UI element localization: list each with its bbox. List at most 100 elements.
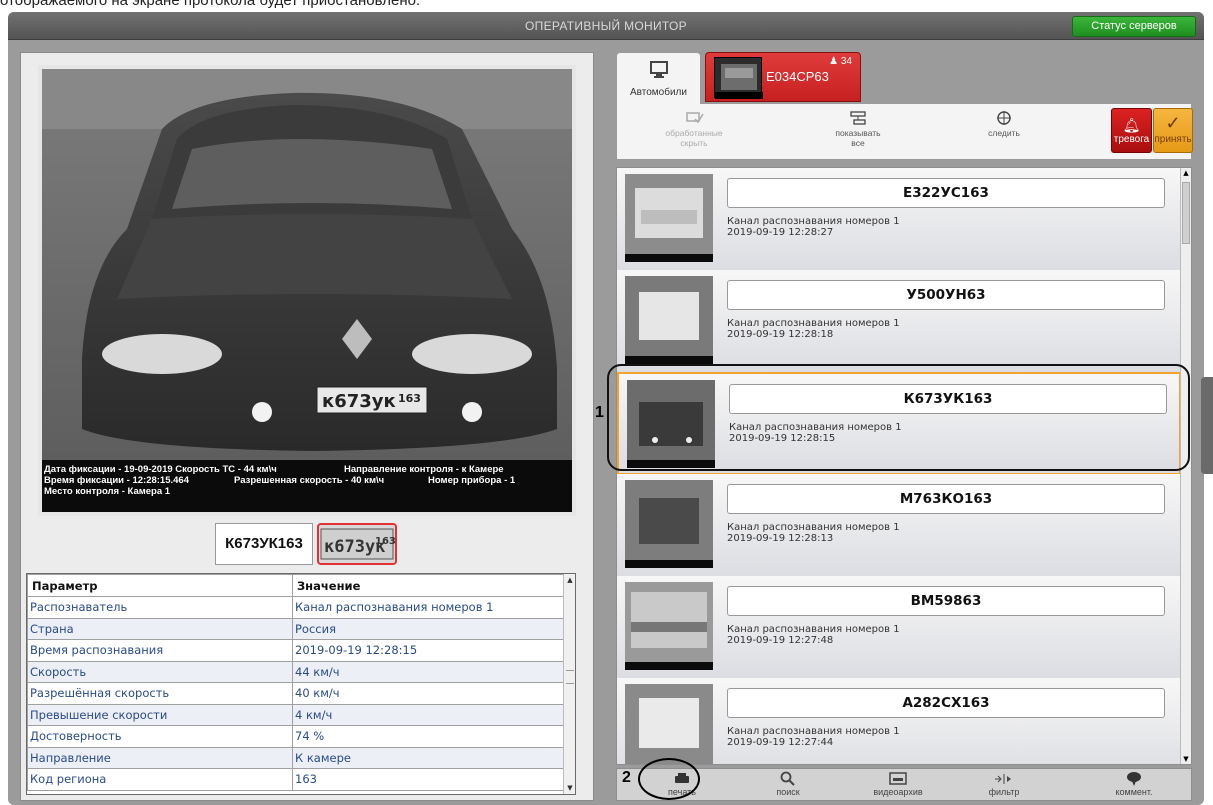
table-row[interactable]: Превышение скорости 4 км/ч <box>27 703 564 726</box>
param-value: Россия <box>292 617 564 640</box>
filter-button[interactable]: фильтр <box>959 771 1049 801</box>
list-item[interactable]: М763КО163 Канал распознавания номеров 12… <box>617 474 1181 577</box>
comment-label: коммент. <box>1115 787 1153 797</box>
list-item[interactable]: ВМ59863 Канал распознавания номеров 1 201… <box>617 576 1181 679</box>
alert-count-value: 34 <box>840 56 852 67</box>
video-archive-icon <box>853 771 943 787</box>
overlay-direction: Направление контроля - к Камере <box>344 464 504 475</box>
table-row[interactable]: Направление К камере <box>27 746 564 769</box>
param-name: Направление <box>27 746 293 769</box>
overlay-time: Время фиксации - 12:28:15.464 <box>44 475 189 486</box>
event-time: 2019-09-19 12:27:44 <box>727 737 834 748</box>
param-value: Канал распознавания номеров 1 <box>292 596 564 619</box>
param-name: Время распознавания <box>27 639 293 662</box>
car-plate-region: 163 <box>398 392 421 405</box>
vehicle-photo: к673ук 163 Дата фиксации - 19-09-2019 Ск… <box>42 69 572 512</box>
annotation-label-2: 2 <box>622 769 631 786</box>
list-item[interactable]: У500УН63 Канал распознавания номеров 1 20… <box>617 270 1181 373</box>
comment-icon <box>1089 771 1179 787</box>
event-channel: Канал распознавания номеров 1 <box>727 726 900 737</box>
column-header-parameter[interactable]: Параметр <box>27 574 293 597</box>
alert-count: ♟ 34 <box>829 56 852 67</box>
scroll-down-icon[interactable]: ▼ <box>1181 754 1191 764</box>
parameters-table: Параметр Значение Распознаватель Канал ра… <box>26 573 576 795</box>
event-thumbnail <box>625 480 713 568</box>
hide-processed-button[interactable]: обработанные скрыть <box>639 108 749 154</box>
filter-label: фильтр <box>988 787 1020 797</box>
search-button[interactable]: поиск <box>743 771 833 801</box>
table-row[interactable]: Скорость 44 км/ч <box>27 660 564 683</box>
show-all-label: показывать <box>835 128 881 138</box>
bell-icon: ♟ <box>829 56 839 67</box>
param-value: 40 км/ч <box>292 682 564 705</box>
follow-button[interactable]: следить <box>949 108 1059 154</box>
event-time: 2019-09-19 12:28:18 <box>727 329 834 340</box>
comment-button[interactable]: коммент. <box>1089 771 1179 801</box>
event-time: 2019-09-19 12:28:27 <box>727 227 834 238</box>
table-row[interactable]: Страна Россия <box>27 617 564 640</box>
accept-button[interactable]: ✓ принять <box>1153 108 1193 153</box>
filter-icon <box>959 771 1049 787</box>
param-value: К камере <box>292 746 564 769</box>
plate-image-region: 163 <box>375 536 395 547</box>
alert-vehicle-thumbnail <box>714 57 763 99</box>
table-row[interactable]: Достоверность 74 % <box>27 725 564 748</box>
scroll-grip[interactable] <box>566 670 574 684</box>
events-toolbar: обработанные скрыть показывать все следи… <box>616 104 1193 160</box>
tab-cars[interactable]: Автомобили <box>616 52 701 104</box>
monitor-icon <box>617 53 700 83</box>
video-archive-button[interactable]: видеоархив <box>853 771 943 801</box>
table-row[interactable]: Время распознавания 2019-09-19 12:28:15 <box>27 639 564 662</box>
overlay-allowed-speed: Разрешенная скорость - 40 км\ч <box>234 475 385 486</box>
window-title: ОПЕРАТИВНЫЙ МОНИТОР <box>525 19 687 33</box>
capture-info-overlay: Дата фиксации - 19-09-2019 Скорость ТС -… <box>42 460 572 512</box>
event-time: 2019-09-19 12:28:13 <box>727 533 834 544</box>
event-plate: У500УН63 <box>727 280 1165 310</box>
alarm-button[interactable]: 🔔︎ тревога <box>1111 108 1152 153</box>
target-icon <box>949 108 1059 128</box>
param-name: Скорость <box>27 660 293 683</box>
overlay-location: Место контроля - Камера 1 <box>44 486 171 497</box>
event-detail-panel: к673ук 163 Дата фиксации - 19-09-2019 Ск… <box>20 52 594 801</box>
tab-alert-plate[interactable]: ♟ 34 Е034СР63 <box>705 52 861 102</box>
table-row[interactable]: Разрешённая скорость 40 км/ч <box>27 682 564 705</box>
tab-cars-label: Автомобили <box>630 87 687 98</box>
list-item[interactable]: Е322УС163 Канал распознавания номеров 12… <box>617 168 1181 271</box>
hide-processed-label-2: скрыть <box>680 138 708 148</box>
table-row[interactable]: Распознаватель Канал распознавания номеро… <box>27 596 564 619</box>
event-channel: Канал распознавания номеров 1 <box>727 216 900 227</box>
scroll-up-icon[interactable]: ▲ <box>1181 168 1191 178</box>
list-item[interactable]: А282СХ163 Канал распознавания номеров 12… <box>617 678 1181 764</box>
side-collapse-handle[interactable] <box>1201 377 1213 474</box>
alert-plate-label: Е034СР63 <box>766 69 829 84</box>
overlay-device-number: Номер прибора - 1 <box>428 475 516 486</box>
scroll-up-icon[interactable]: ▲ <box>564 574 576 586</box>
event-plate: ВМ59863 <box>727 586 1165 616</box>
search-label: поиск <box>776 787 800 797</box>
server-status-button[interactable]: Статус серверов <box>1072 16 1196 37</box>
search-icon <box>743 771 833 787</box>
param-value: 4 км/ч <box>292 703 564 726</box>
table-row[interactable]: Код региона 163 <box>27 768 564 791</box>
event-thumbnail <box>625 174 713 262</box>
alarm-bell-icon: 🔔︎ <box>1122 117 1141 133</box>
show-all-button[interactable]: показывать все <box>803 108 913 154</box>
scroll-thumb[interactable] <box>1182 182 1190 244</box>
param-value: 2019-09-19 12:28:15 <box>292 639 564 662</box>
event-thumbnail <box>625 684 713 764</box>
recognized-plate-image: к673ук 163 <box>317 523 397 565</box>
event-plate: А282СХ163 <box>727 688 1165 718</box>
params-scrollbar[interactable]: ▲ ▼ <box>563 574 575 794</box>
param-value: 44 км/ч <box>292 660 564 683</box>
column-header-value[interactable]: Значение <box>292 574 564 597</box>
show-all-label-2: все <box>851 138 865 148</box>
recognized-plate-text: К673УК163 <box>215 523 313 565</box>
scroll-down-icon[interactable]: ▼ <box>564 782 576 794</box>
param-name: Страна <box>27 617 293 640</box>
param-name: Разрешённая скорость <box>27 682 293 705</box>
annotation-highlight-selected <box>607 364 1190 471</box>
param-value: 163 <box>292 768 564 791</box>
event-channel: Канал распознавания номеров 1 <box>727 318 900 329</box>
show-all-icon <box>803 108 913 128</box>
event-channel: Канал распознавания номеров 1 <box>727 522 900 533</box>
